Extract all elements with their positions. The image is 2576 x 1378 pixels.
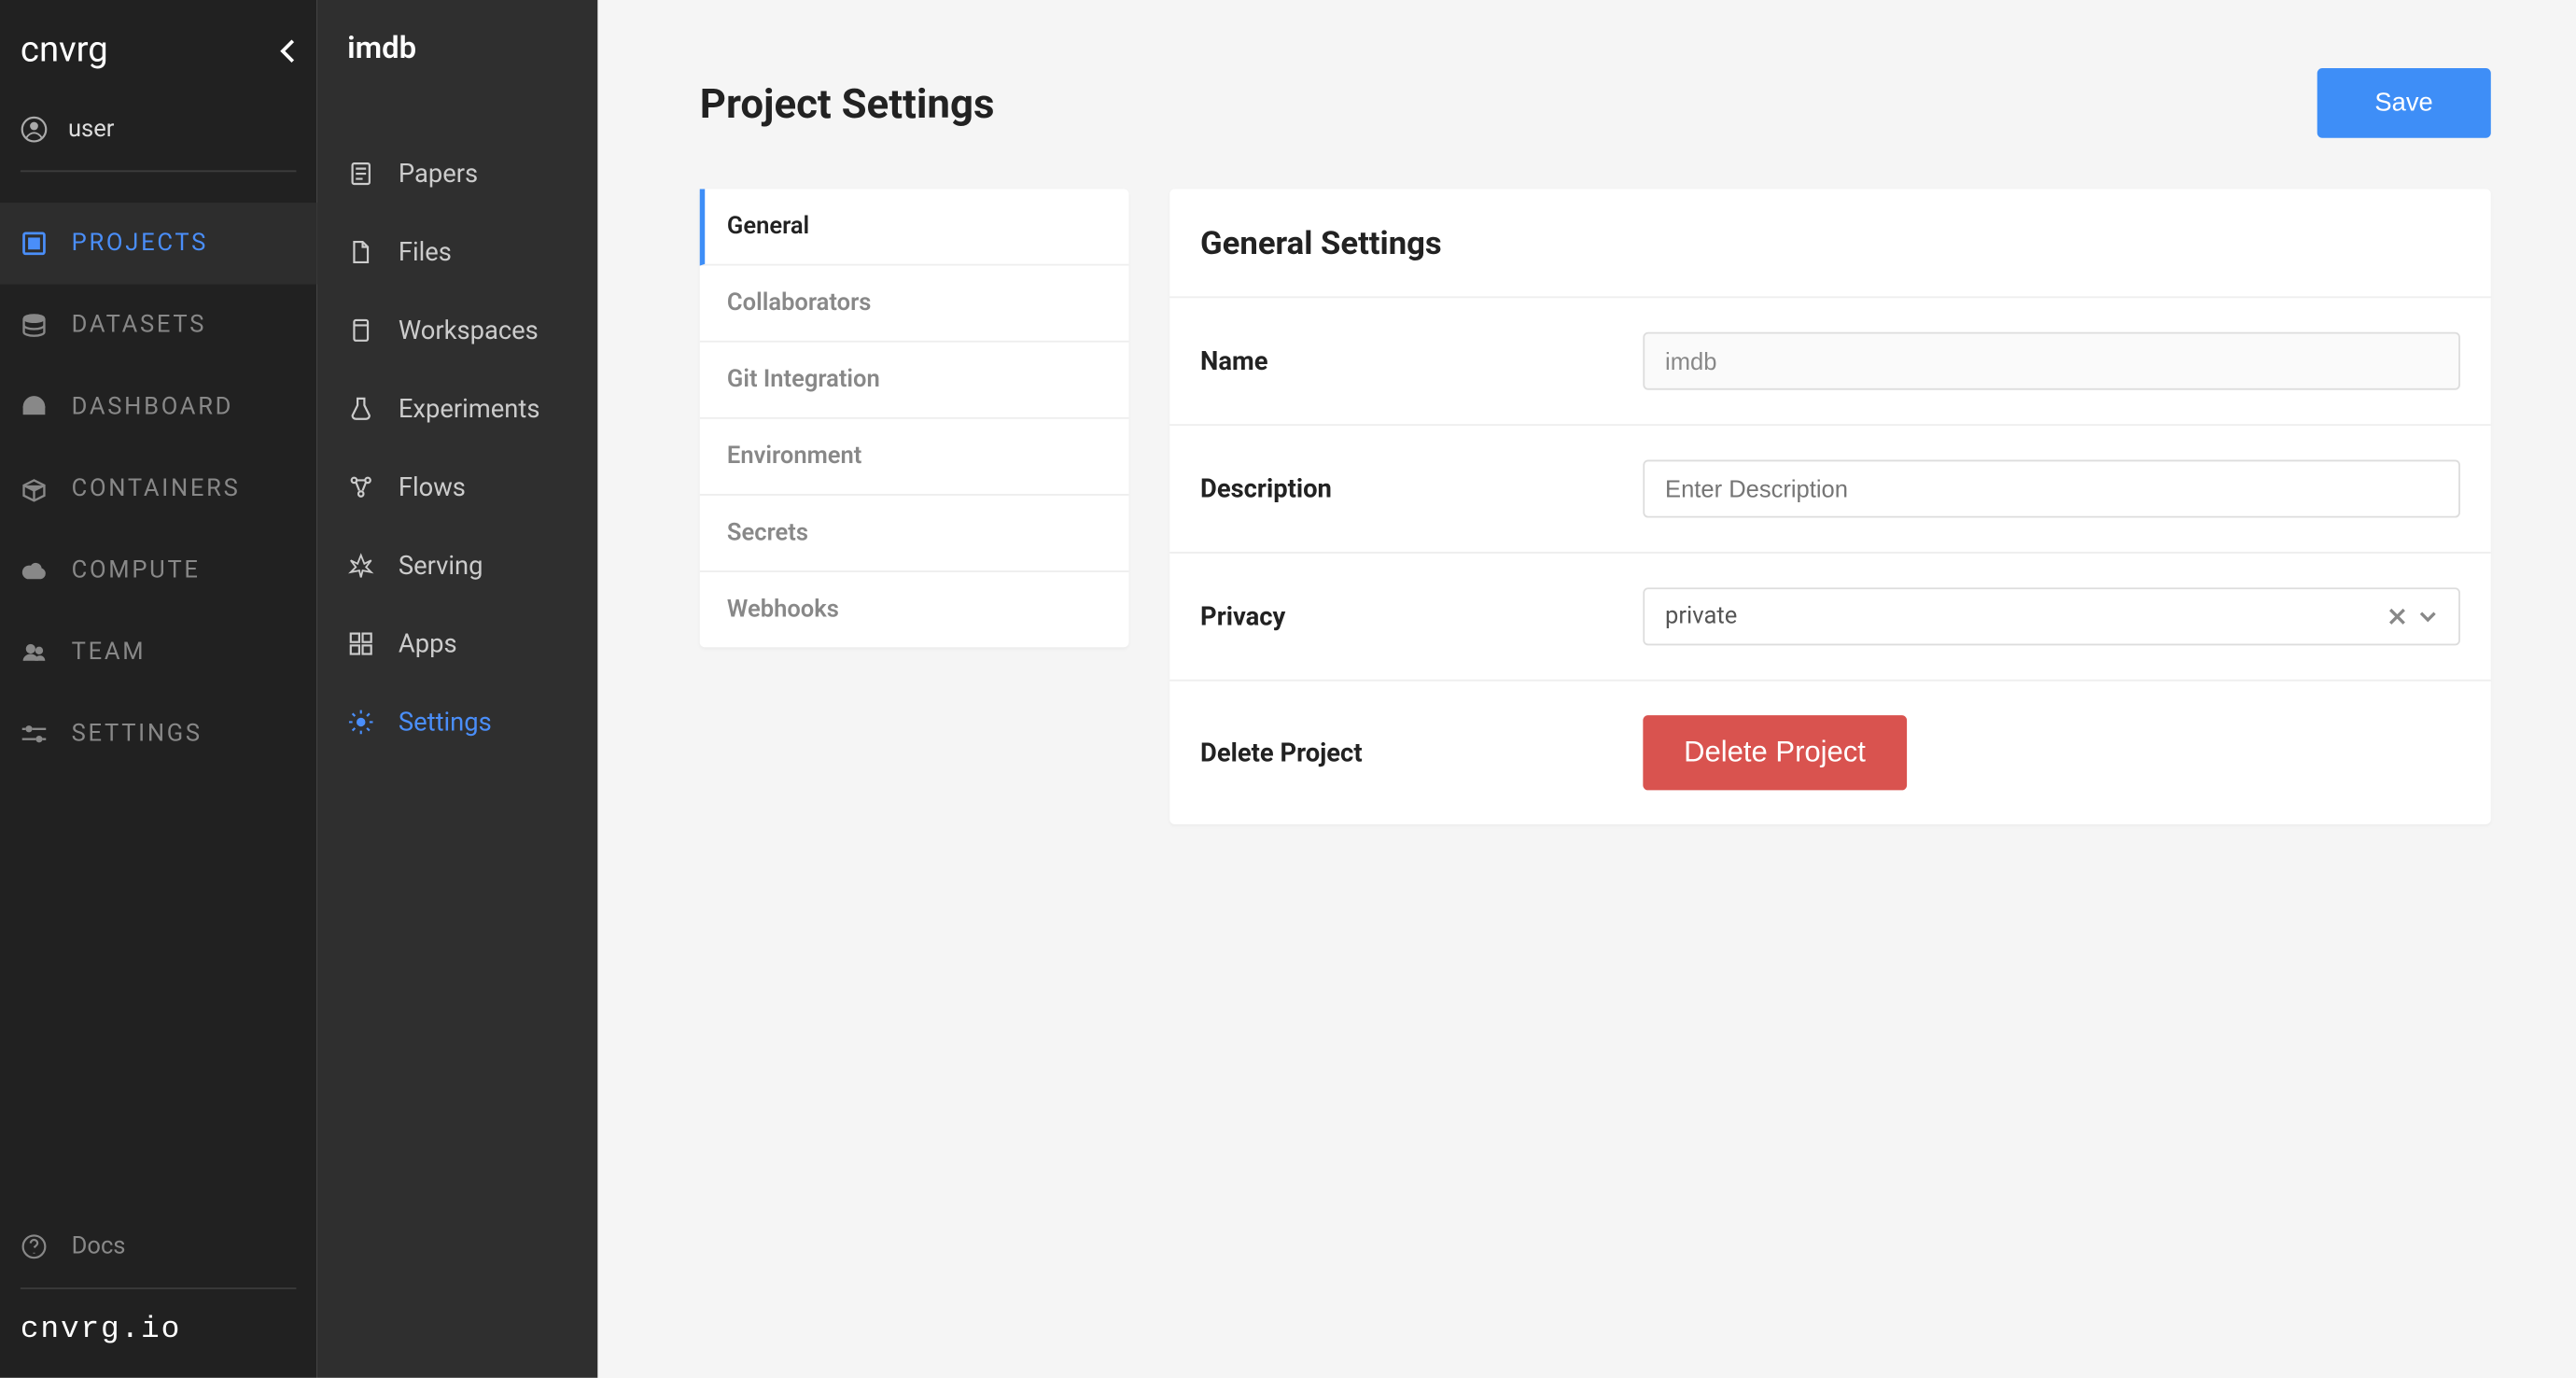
privacy-select[interactable]: private xyxy=(1643,587,2460,645)
page-title: Project Settings xyxy=(700,79,995,127)
sidebar-item-label: Settings xyxy=(399,707,492,738)
name-label: Name xyxy=(1200,345,1643,376)
nav-item-projects[interactable]: PROJECTS xyxy=(0,203,316,285)
delete-label: Delete Project xyxy=(1200,738,1643,768)
delete-project-button[interactable]: Delete Project xyxy=(1643,715,1906,790)
project-title: imdb xyxy=(316,31,597,134)
nav-label: DATASETS xyxy=(72,312,207,339)
divider xyxy=(21,170,297,172)
primary-sidebar: cnvrg user PROJECTS DATASETS DASHBOA xyxy=(0,0,316,1378)
footer-brand: cnvrg.io xyxy=(0,1289,316,1378)
nav-item-team[interactable]: TEAM xyxy=(0,612,316,694)
nav-label: PROJECTS xyxy=(72,230,208,257)
sidebar-item-settings[interactable]: Settings xyxy=(316,683,597,762)
docs-label: Docs xyxy=(72,1233,126,1260)
nav-item-datasets[interactable]: DATASETS xyxy=(0,285,316,367)
tab-webhooks[interactable]: Webhooks xyxy=(700,572,1129,647)
nav-item-dashboard[interactable]: DASHBOARD xyxy=(0,366,316,448)
sidebar-item-label: Workspaces xyxy=(399,315,539,345)
sidebar-item-label: Apps xyxy=(399,628,457,659)
tab-collaborators[interactable]: Collaborators xyxy=(700,266,1129,343)
sidebar-item-label: Files xyxy=(399,237,452,268)
form-row-delete: Delete Project Delete Project xyxy=(1169,682,2491,824)
sidebar-item-label: Flows xyxy=(399,471,466,502)
description-input[interactable] xyxy=(1643,460,2460,518)
tab-git-integration[interactable]: Git Integration xyxy=(700,343,1129,419)
form-row-description: Description xyxy=(1169,426,2491,554)
sidebar-item-flows[interactable]: Flows xyxy=(316,448,597,527)
form-row-privacy: Privacy private xyxy=(1169,554,2491,682)
sidebar-item-experiments[interactable]: Experiments xyxy=(316,370,597,448)
privacy-value: private xyxy=(1665,603,1737,630)
sidebar-item-serving[interactable]: Serving xyxy=(316,527,597,605)
primary-nav: PROJECTS DATASETS DASHBOARD CONTAINERS C… xyxy=(0,203,316,1206)
tab-secrets[interactable]: Secrets xyxy=(700,496,1129,572)
sidebar-item-apps[interactable]: Apps xyxy=(316,605,597,683)
save-button[interactable]: Save xyxy=(2317,68,2490,138)
tab-environment[interactable]: Environment xyxy=(700,419,1129,496)
secondary-nav: Papers Files Workspaces Experiments Flow… xyxy=(316,134,597,761)
nav-label: TEAM xyxy=(72,639,147,666)
nav-label: COMPUTE xyxy=(72,557,201,584)
sidebar-item-label: Experiments xyxy=(399,393,540,424)
nav-label: DASHBOARD xyxy=(72,393,234,420)
name-input[interactable] xyxy=(1643,332,2460,390)
brand-row: cnvrg xyxy=(0,0,316,102)
chevron-down-icon[interactable] xyxy=(2417,606,2438,626)
privacy-label: Privacy xyxy=(1200,601,1643,632)
form-row-name: Name xyxy=(1169,298,2491,426)
main-header: Project Settings Save xyxy=(700,68,2491,138)
panel-title: General Settings xyxy=(1169,189,2491,298)
sidebar-item-papers[interactable]: Papers xyxy=(316,134,597,213)
settings-tabs: General Collaborators Git Integration En… xyxy=(700,189,1129,647)
tab-general[interactable]: General xyxy=(700,189,1129,265)
collapse-sidebar-icon[interactable] xyxy=(279,37,296,64)
nav-item-containers[interactable]: CONTAINERS xyxy=(0,448,316,530)
docs-link[interactable]: Docs xyxy=(0,1206,316,1288)
sidebar-item-label: Papers xyxy=(399,159,478,190)
sidebar-item-workspaces[interactable]: Workspaces xyxy=(316,291,597,370)
sidebar-item-label: Serving xyxy=(399,550,483,581)
sidebar-item-files[interactable]: Files xyxy=(316,213,597,291)
main-content: Project Settings Save General Collaborat… xyxy=(597,0,2576,1378)
nav-label: SETTINGS xyxy=(72,721,203,748)
nav-label: CONTAINERS xyxy=(72,475,241,502)
user-icon xyxy=(21,116,48,143)
general-settings-panel: General Settings Name Description Privac… xyxy=(1169,189,2491,823)
nav-item-compute[interactable]: COMPUTE xyxy=(0,529,316,612)
nav-item-settings[interactable]: SETTINGS xyxy=(0,693,316,775)
user-label: user xyxy=(68,116,114,143)
description-label: Description xyxy=(1200,473,1643,504)
secondary-sidebar: imdb Papers Files Workspaces Experiments… xyxy=(316,0,597,1378)
user-menu[interactable]: user xyxy=(0,102,316,170)
clear-icon[interactable] xyxy=(2387,606,2408,626)
brand-name: cnvrg xyxy=(21,31,108,72)
